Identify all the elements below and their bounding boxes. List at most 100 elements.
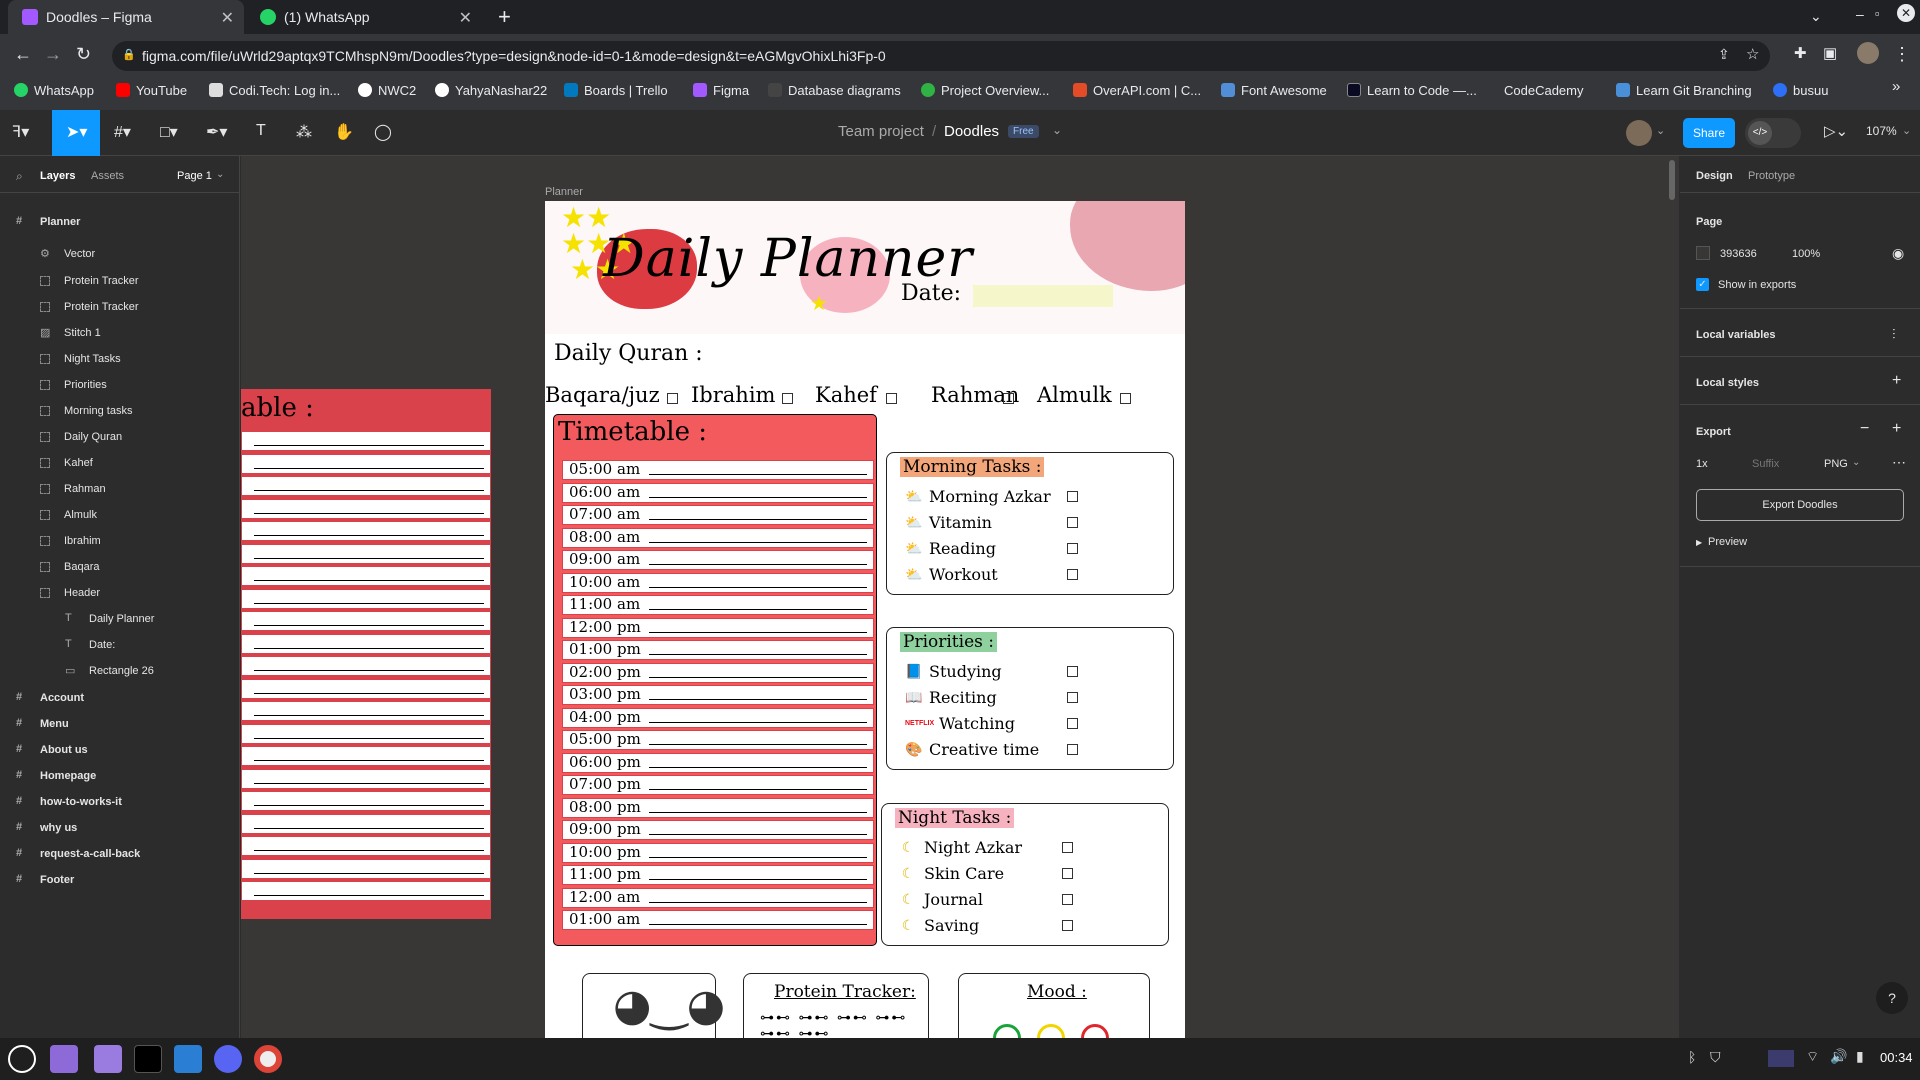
share-button[interactable]: Share [1683, 118, 1735, 148]
bookmark-database-diagrams[interactable]: Database diagrams [768, 80, 901, 100]
time-slot[interactable]: 07:00 pm [562, 775, 874, 795]
layer-row[interactable]: T Daily Planner [0, 609, 240, 629]
surah-checkbox[interactable] [1003, 393, 1014, 404]
close-window-icon[interactable]: ✕ [1897, 4, 1915, 22]
page-selector[interactable]: Page 1 [177, 170, 212, 182]
task-checkbox[interactable] [1067, 543, 1078, 554]
time-slot[interactable]: 04:00 pm [562, 707, 874, 728]
share-icon[interactable]: ⇪ [1718, 46, 1730, 63]
dev-mode-toggle[interactable]: </> [1745, 118, 1801, 148]
time-slot[interactable]: 08:00 am [562, 527, 874, 548]
bookmark-codecademy[interactable]: CodeCademy [1504, 80, 1584, 100]
layer-row[interactable]: ⚙ Vector [0, 244, 240, 264]
side-panel-icon[interactable]: ▣ [1823, 44, 1837, 62]
export-format[interactable]: PNG [1824, 458, 1848, 470]
layer-row[interactable]: Header [0, 583, 240, 603]
bookmark-coditech[interactable]: Codi.Tech: Log in... [209, 80, 340, 100]
remove-export-icon[interactable]: − [1860, 420, 1869, 438]
date-field[interactable] [973, 285, 1113, 307]
layer-row[interactable]: # request-a-call-back [0, 844, 240, 864]
layer-row[interactable]: ▭ Rectangle 26 [0, 661, 240, 681]
layer-row[interactable]: Rahman [0, 479, 240, 499]
task-checkbox[interactable] [1067, 666, 1078, 677]
time-slot[interactable]: 07:00 am [562, 505, 874, 525]
vertical-scrollbar[interactable] [1669, 160, 1675, 200]
layer-row[interactable]: Ibrahim [0, 531, 240, 551]
page-opacity[interactable]: 100% [1792, 248, 1820, 260]
add-export-icon[interactable]: + [1892, 420, 1901, 438]
frame-tool-icon[interactable]: #▾ [114, 122, 131, 142]
time-slot[interactable]: 08:00 pm [562, 797, 874, 818]
caret-right-icon[interactable]: ▶ [1696, 538, 1702, 547]
export-button[interactable]: Export Doodles [1696, 489, 1904, 521]
present-icon[interactable]: ▷⌄ [1824, 122, 1848, 140]
time-slot[interactable]: 01:00 am [562, 910, 874, 930]
text-tool-icon[interactable]: T [256, 122, 266, 140]
breadcrumb-team[interactable]: Team project [838, 123, 924, 140]
bookmark-learn-to-code[interactable]: Learn to Code —... [1347, 80, 1477, 100]
tab-prototype[interactable]: Prototype [1748, 170, 1795, 182]
tab-layers[interactable]: Layers [40, 170, 75, 182]
close-tab-icon[interactable]: ✕ [221, 8, 234, 28]
terminal-icon[interactable] [134, 1045, 162, 1073]
menu-icon[interactable]: ⋮ [1893, 44, 1911, 65]
time-slot[interactable]: 12:00 pm [562, 617, 874, 638]
wifi-icon[interactable]: ⌔ [1806, 1048, 1819, 1066]
files-app-icon[interactable] [50, 1045, 78, 1073]
variables-icon[interactable]: ⫶ [1892, 326, 1896, 343]
shape-tool-icon[interactable]: □▾ [160, 122, 178, 142]
layer-row[interactable]: Kahef [0, 453, 240, 473]
vscode-icon[interactable] [174, 1045, 202, 1073]
close-tab-icon[interactable]: ✕ [459, 8, 472, 28]
layer-row[interactable]: Daily Quran [0, 427, 240, 447]
layer-row[interactable]: # Account [0, 688, 240, 708]
discord-icon[interactable] [214, 1045, 242, 1073]
task-checkbox[interactable] [1062, 920, 1073, 931]
frame-label[interactable]: Planner [545, 186, 583, 198]
bookmark-whatsapp[interactable]: WhatsApp [14, 80, 94, 100]
new-tab-button[interactable]: + [498, 4, 511, 30]
task-checkbox[interactable] [1067, 517, 1078, 528]
time-slot[interactable]: 10:00 pm [562, 842, 874, 863]
chevron-down-icon[interactable]: ⌄ [1902, 124, 1911, 137]
design-canvas[interactable]: able : Planner ★★ ★★★ ★★ ★ Daily Planner … [241, 156, 1679, 1038]
bookmark-project-overview[interactable]: Project Overview... [921, 80, 1049, 100]
task-checkbox[interactable] [1067, 491, 1078, 502]
time-slot[interactable]: 12:00 am [562, 887, 874, 908]
chevron-down-icon[interactable]: ⌄ [1852, 457, 1860, 468]
bookmark-yahyanashar[interactable]: YahyaNashar22 [435, 80, 547, 100]
pen-tool-icon[interactable]: ✒▾ [206, 122, 227, 142]
layer-row[interactable]: # why us [0, 818, 240, 838]
layer-row[interactable]: # Planner [0, 212, 240, 232]
task-checkbox[interactable] [1067, 718, 1078, 729]
timetable-copy[interactable]: able : [241, 389, 491, 919]
layer-row[interactable]: # how-to-works-it [0, 792, 240, 812]
time-slot[interactable]: 02:00 pm [562, 662, 874, 683]
add-style-icon[interactable]: + [1892, 372, 1901, 390]
task-checkbox[interactable] [1067, 692, 1078, 703]
bookmark-font-awesome[interactable]: Font Awesome [1221, 80, 1327, 100]
bookmark-figma[interactable]: Figma [693, 80, 749, 100]
chevron-down-icon[interactable]: ⌄ [216, 169, 224, 180]
chevron-down-icon[interactable]: ⌄ [1656, 124, 1665, 137]
happy-face-icon[interactable] [993, 1024, 1021, 1038]
volume-icon[interactable]: 🔊 [1830, 1048, 1847, 1065]
surah-checkbox[interactable] [782, 393, 793, 404]
bluetooth-icon[interactable]: ᛒ [1688, 1049, 1696, 1065]
surah-checkbox[interactable] [886, 393, 897, 404]
bookmark-learn-git-branching[interactable]: Learn Git Branching [1616, 80, 1752, 100]
battery-icon[interactable]: ▮ [1856, 1048, 1864, 1065]
profile-avatar[interactable] [1857, 42, 1879, 64]
layer-row[interactable]: Priorities [0, 375, 240, 395]
sad-face-icon[interactable] [1081, 1024, 1109, 1038]
bookmark-overapi[interactable]: OverAPI.com | C... [1073, 80, 1201, 100]
resources-icon[interactable]: ⁂ [296, 122, 312, 142]
page-color-hex[interactable]: 393636 [1720, 248, 1757, 260]
time-slot[interactable]: 09:00 pm [562, 820, 874, 840]
back-icon[interactable]: ← [14, 44, 32, 65]
time-slot[interactable]: 11:00 pm [562, 865, 874, 885]
layer-row[interactable]: Morning tasks [0, 401, 240, 421]
neutral-face-icon[interactable] [1037, 1024, 1065, 1038]
more-bookmarks-icon[interactable]: » [1892, 78, 1900, 95]
bookmark-busuu[interactable]: busuu [1773, 80, 1828, 100]
